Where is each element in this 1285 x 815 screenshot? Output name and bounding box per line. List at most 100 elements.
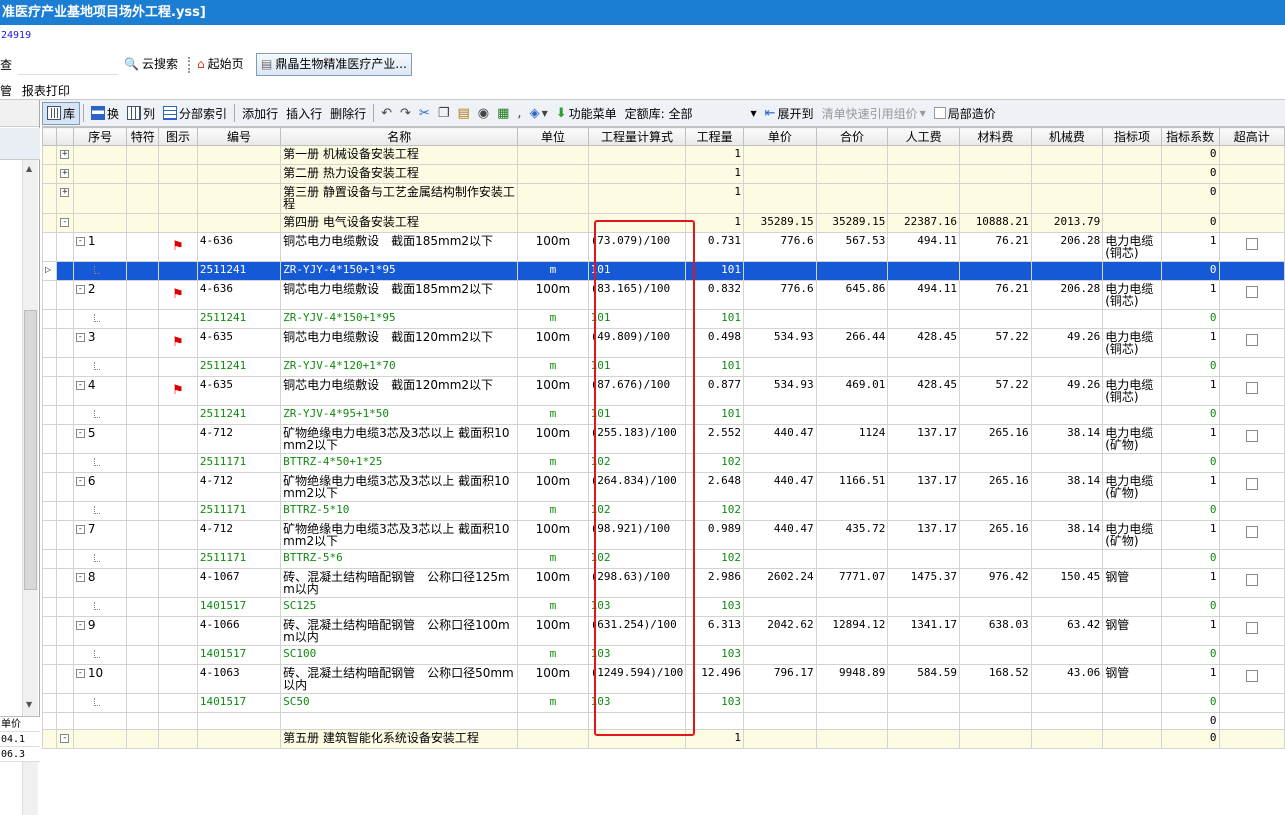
add-row-button[interactable]: 添加行 <box>238 102 282 125</box>
fill-color-button[interactable]: ◈ ▼ <box>526 102 552 125</box>
formula-cell[interactable]: 102 <box>587 501 687 521</box>
excel-button[interactable]: ▦ <box>493 102 513 125</box>
volume-row[interactable]: + 第二册 热力设备安装工程 1 0 <box>42 164 1285 184</box>
formula-cell[interactable]: (49.809)/100 <box>587 328 687 358</box>
scroll-down-arrow-icon[interactable]: ▼ <box>26 700 32 709</box>
formula-cell[interactable]: (1249.594)/100 <box>587 664 687 694</box>
collapse-icon[interactable]: - <box>75 669 85 678</box>
code-cell[interactable]: 4-636 <box>196 232 282 262</box>
column-header-seq[interactable]: 序号 <box>72 127 128 146</box>
collapse-icon[interactable]: - <box>60 218 70 227</box>
undo-button[interactable]: ↶ <box>377 102 396 125</box>
table-row[interactable]: -2 ⚑ 4-636 铜芯电力电缆敷设 截面185mm2以下 100m (83.165)/… <box>42 280 1285 310</box>
formula-cell[interactable]: 101 <box>587 261 687 281</box>
superhigh-checkbox[interactable] <box>1245 574 1258 586</box>
material-row[interactable]: 2511241 ZR-YJV-4*120+1*70 m 101 101 0 <box>42 357 1285 377</box>
code-cell[interactable]: 4-1063 <box>196 664 282 694</box>
code-cell[interactable]: 2511171 <box>196 453 282 473</box>
material-row[interactable]: 2511171 BTTRZ-5*10 m 102 102 0 <box>42 501 1285 521</box>
part-index-button[interactable]: 分部索引 <box>159 102 231 125</box>
formula-cell[interactable] <box>587 213 687 233</box>
qty-cell[interactable]: 1 <box>685 164 744 184</box>
qty-cell[interactable]: 0.731 <box>685 232 744 262</box>
name-cell[interactable]: BTTRZ-5*6 <box>280 549 519 569</box>
collapse-icon[interactable]: - <box>75 621 85 630</box>
code-cell[interactable]: 2511171 <box>196 501 282 521</box>
collapse-icon[interactable]: - <box>75 477 85 486</box>
material-row[interactable]: 2511171 BTTRZ-4*50+1*25 m 102 102 0 <box>42 453 1285 473</box>
name-cell[interactable]: 铜芯电力电缆敷设 截面185mm2以下 <box>280 280 519 310</box>
search-input[interactable] <box>18 55 118 75</box>
qty-cell[interactable]: 0.498 <box>685 328 744 358</box>
qty-cell[interactable]: 102 <box>685 549 744 569</box>
local-price-checkbox[interactable] <box>933 107 946 119</box>
code-cell[interactable]: 4-635 <box>196 376 282 406</box>
material-row[interactable]: 1401517 SC125 m 103 103 0 <box>42 597 1285 617</box>
qty-cell[interactable] <box>685 712 744 730</box>
column-header-code[interactable]: 编号 <box>196 127 282 146</box>
code-cell[interactable]: 4-636 <box>196 280 282 310</box>
name-cell[interactable]: SC50 <box>280 693 519 713</box>
collapse-icon[interactable]: - <box>75 381 85 390</box>
formula-cell[interactable] <box>587 729 687 749</box>
cloud-search-button[interactable]: 🔍 云搜索 <box>120 53 182 76</box>
code-cell[interactable]: 1401517 <box>196 597 282 617</box>
superhigh-checkbox[interactable] <box>1245 238 1258 250</box>
tree-toggle-cell[interactable]: - <box>55 213 74 233</box>
name-cell[interactable]: ZR-YJV-4*150+1*95 <box>280 309 519 329</box>
name-cell[interactable]: 矿物绝缘电力电缆3芯及3芯以上 截面积10mm2以下 <box>280 472 519 502</box>
column-header-unit[interactable]: 单位 <box>517 127 589 146</box>
formula-cell[interactable]: (631.254)/100 <box>587 616 687 646</box>
collapse-icon[interactable]: - <box>75 573 85 582</box>
volume-row[interactable]: + 第一册 机械设备安装工程 1 0 <box>42 145 1285 165</box>
tab-start-page[interactable]: ⌂ 起始页 <box>193 53 248 76</box>
collapse-icon[interactable]: - <box>60 734 70 743</box>
formula-cell[interactable] <box>587 164 687 184</box>
column-header-formula[interactable]: 工程量计算式 <box>587 127 687 146</box>
code-cell[interactable]: 4-635 <box>196 328 282 358</box>
formula-cell[interactable]: 102 <box>587 549 687 569</box>
delete-row-button[interactable]: 删除行 <box>326 102 370 125</box>
name-cell[interactable]: 第三册 静置设备与工艺金属结构制作安装工程 <box>280 183 519 214</box>
formula-cell[interactable]: (73.079)/100 <box>587 232 687 262</box>
qty-cell[interactable]: 103 <box>685 693 744 713</box>
collapse-icon[interactable]: - <box>75 237 85 246</box>
code-cell[interactable]: 2511241 <box>196 405 282 425</box>
column-header-total[interactable]: 合价 <box>815 127 889 146</box>
column-header-index-item[interactable]: 指标项 <box>1102 127 1162 146</box>
qty-cell[interactable]: 1 <box>685 183 744 214</box>
insert-row-button[interactable]: 插入行 <box>282 102 326 125</box>
material-row[interactable]: 2511241 ZR-YJV-4*95+1*50 m 101 101 0 <box>42 405 1285 425</box>
tree-toggle-cell[interactable]: + <box>55 145 74 165</box>
column-header-price[interactable]: 单价 <box>743 127 817 146</box>
qty-cell[interactable]: 2.986 <box>685 568 744 598</box>
formula-cell[interactable] <box>587 145 687 165</box>
formula-cell[interactable]: 101 <box>587 405 687 425</box>
volume-row[interactable]: + 第三册 静置设备与工艺金属结构制作安装工程 1 0 <box>42 183 1285 214</box>
superhigh-checkbox[interactable] <box>1245 334 1258 346</box>
name-cell[interactable]: 第四册 电气设备安装工程 <box>280 213 519 233</box>
name-cell[interactable]: 砖、混凝土结构暗配钢管 公称口径125mm以内 <box>280 568 519 598</box>
superhigh-checkbox[interactable] <box>1245 622 1258 634</box>
name-cell[interactable]: ZR-YJY-4*150+1*95 <box>280 261 519 281</box>
volume-row[interactable]: - 第四册 电气设备安装工程 1 35289.15 35289.15 22387.16 10… <box>42 213 1285 233</box>
superhigh-checkbox[interactable] <box>1245 478 1258 490</box>
column-header-superhigh[interactable]: 超高计 <box>1218 127 1285 146</box>
name-cell[interactable]: 第二册 热力设备安装工程 <box>280 164 519 184</box>
formula-cell[interactable]: 103 <box>587 645 687 665</box>
column-header-special[interactable]: 特符 <box>126 127 160 146</box>
copy-button[interactable]: ❐ <box>434 102 454 125</box>
name-cell[interactable]: BTTRZ-4*50+1*25 <box>280 453 519 473</box>
expand-icon[interactable]: + <box>60 188 70 197</box>
code-cell[interactable]: 2511171 <box>196 549 282 569</box>
function-menu-button[interactable]: ⬇ 功能菜单 <box>552 102 621 125</box>
expand-icon[interactable]: + <box>60 169 70 178</box>
menu-item-report-print[interactable]: 报表打印 <box>22 84 70 98</box>
formula-cell[interactable]: (87.676)/100 <box>587 376 687 406</box>
table-row[interactable]: -10 4-1063 砖、混凝土结构暗配钢管 公称口径50mm以内 100m (1249… <box>42 664 1285 694</box>
name-cell[interactable]: 矿物绝缘电力电缆3芯及3芯以上 截面积10mm2以下 <box>280 424 519 454</box>
column-header-machine[interactable]: 机械费 <box>1030 127 1104 146</box>
qty-cell[interactable]: 101 <box>685 405 744 425</box>
table-row[interactable]: -4 ⚑ 4-635 铜芯电力电缆敷设 截面120mm2以下 100m (87.676)/… <box>42 376 1285 406</box>
name-cell[interactable]: 第五册 建筑智能化系统设备安装工程 <box>280 729 519 749</box>
